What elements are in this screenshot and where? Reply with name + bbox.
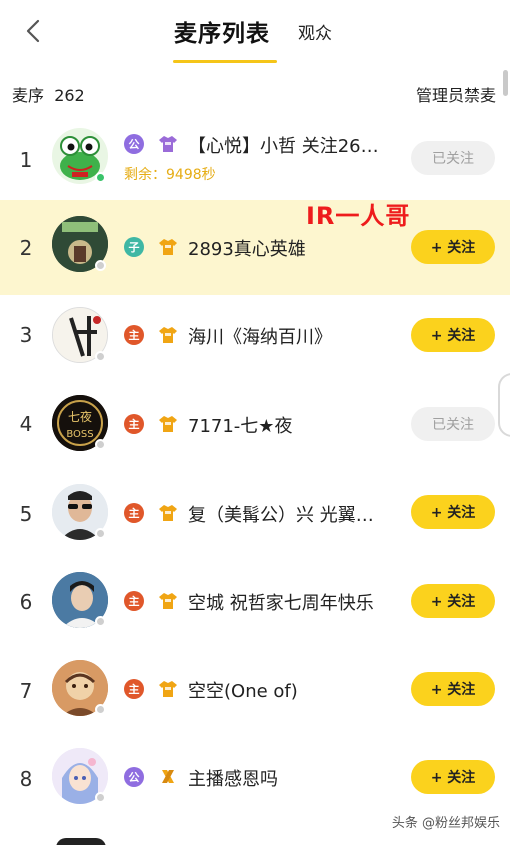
follow-button[interactable]: + 关注 [411,584,495,618]
follow-button[interactable]: + 关注 [411,318,495,352]
follow-button[interactable]: + 关注 [411,760,495,794]
top-bar: 麦序列表 观众 [0,0,510,68]
tab-audience[interactable]: 观众 [298,19,332,44]
user-name: 2893真心英雄 [188,239,306,260]
user-name: 主播感恩吗 [188,769,278,790]
role-badge: 主 [124,503,144,523]
list-item[interactable]: 4 七夜 BOSS 主 7171-七★夜 已关注 [0,380,510,468]
role-badge: 公 [124,134,144,154]
row-index: 7 [19,679,33,703]
user-name: 空空(One of) [188,681,298,702]
user-name: 【心悦】小哲 关注26… [188,136,379,157]
back-button[interactable] [18,14,48,48]
watermark: 头条 @粉丝邦娱乐 [391,816,500,831]
row-index: 8 [19,767,33,791]
svg-text:BOSS: BOSS [66,429,93,440]
follow-button[interactable]: + 关注 [411,672,495,706]
offline-status-dot [95,260,106,271]
followed-button[interactable]: 已关注 [411,141,495,175]
row-index: 1 [19,148,33,172]
next-avatar-peek [56,838,106,845]
side-drawer-handle[interactable] [498,373,510,437]
sash-icon [162,770,174,783]
shirt-icon [159,239,177,255]
list-item[interactable]: 5 主 复（美髯公）兴 光翼… + 关注 [0,468,510,556]
row-index: 5 [19,502,33,526]
active-tab-indicator [173,60,277,63]
row-index: 6 [19,590,33,614]
queue-meta: 麦序 262 管理员禁麦 [0,80,510,108]
row-index: 4 [19,412,33,436]
shirt-icon [159,505,177,521]
followed-button[interactable]: 已关注 [411,407,495,441]
user-name: 复（美髯公）兴 光翼… [188,505,374,526]
chevron-left-icon [26,19,40,43]
shirt-icon [159,136,177,152]
offline-status-dot [95,439,106,450]
shirt-icon [159,416,177,432]
shirt-icon [159,327,177,343]
role-badge: 子 [124,237,144,257]
role-badge: 主 [124,591,144,611]
queue-count-value: 262 [54,86,85,105]
user-name: 海川《海纳百川》 [188,327,332,348]
list-item[interactable]: 3 主 海川《海纳百川》 + 关注 [0,292,510,380]
queue-label: 麦序 [12,86,45,105]
follow-button[interactable]: + 关注 [411,495,495,529]
svg-text:七夜: 七夜 [68,409,92,424]
queue-count: 麦序 262 [12,82,85,106]
follow-button[interactable]: + 关注 [411,230,495,264]
online-status-dot [95,172,106,183]
remaining-time: 剩余：9498秒 [124,167,216,183]
offline-status-dot [95,351,106,362]
row-index: 3 [19,323,33,347]
offline-status-dot [95,792,106,803]
shirt-icon [159,593,177,609]
shirt-icon [159,681,177,697]
list-item[interactable]: 8 公 主播感恩吗 + 关注 [0,733,510,821]
list-item[interactable]: 1 公 【心悦】小哲 关注26… 剩余：9498秒 已关注 [0,114,510,202]
offline-status-dot [95,616,106,627]
admin-ban-mic-button[interactable]: 管理员禁麦 [416,82,496,106]
offline-status-dot [95,528,106,539]
offline-status-dot [95,704,106,715]
role-badge: 公 [124,767,144,787]
overlay-annotation: IR一人哥 [306,202,411,230]
list-item[interactable]: 6 主 空城 祝哲家七周年快乐 + 关注 [0,557,510,645]
role-badge: 主 [124,679,144,699]
list-item[interactable]: 2 子 2893真心英雄 + 关注 [0,200,510,295]
row-index: 2 [19,236,33,260]
user-name: 7171-七★夜 [188,416,293,437]
user-name: 空城 祝哲家七周年快乐 [188,593,374,614]
role-badge: 主 [124,325,144,345]
list-item[interactable]: 7 主 空空(One of) + 关注 [0,645,510,733]
tab-queue-list[interactable]: 麦序列表 [174,14,270,48]
role-badge: 主 [124,414,144,434]
